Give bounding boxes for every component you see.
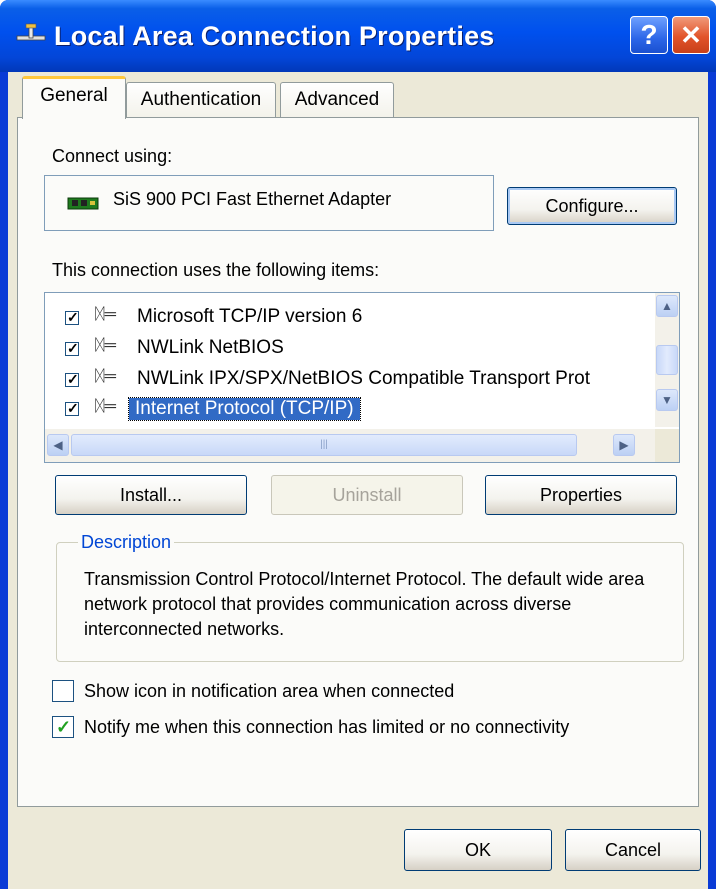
item-checkbox[interactable]: ✓ <box>65 340 79 356</box>
scroll-left-button[interactable]: ◀ <box>47 434 69 456</box>
network-adapter-icon <box>67 197 99 210</box>
checkmark-icon: ✓ <box>56 717 72 737</box>
help-icon: ? <box>640 19 658 50</box>
properties-button-label: Properties <box>539 485 623 505</box>
chevron-up-icon: ▲ <box>661 299 673 313</box>
tab-advanced[interactable]: Advanced <box>280 82 394 118</box>
scroll-right-button[interactable]: ▶ <box>613 434 635 456</box>
item-label: NWLink IPX/SPX/NetBIOS Compatible Transp… <box>137 368 591 389</box>
help-button[interactable]: ? <box>630 16 668 54</box>
ok-button[interactable]: OK <box>404 829 552 871</box>
title-bar[interactable]: Local Area Connection Properties ? ✕ <box>0 0 716 72</box>
uninstall-button-label: Uninstall <box>332 485 402 505</box>
checkmark-icon: ✓ <box>67 371 79 387</box>
chevron-down-icon: ▼ <box>661 393 673 407</box>
item-checkbox[interactable]: ✓ <box>65 309 79 325</box>
cancel-button-label: Cancel <box>604 840 662 860</box>
description-text: Transmission Control Protocol/Internet P… <box>84 569 645 639</box>
notify-checkbox[interactable]: ✓ <box>52 716 74 738</box>
network-protocol-icon: ᛞ═ <box>95 306 116 323</box>
item-checkbox[interactable]: ✓ <box>65 371 79 387</box>
uninstall-button[interactable]: Uninstall <box>271 475 463 515</box>
checkmark-icon: ✓ <box>67 400 79 416</box>
install-button[interactable]: Install... <box>55 475 247 515</box>
dialog-client-area: General Authentication Advanced Connect … <box>8 72 708 889</box>
scroll-up-button[interactable]: ▲ <box>656 295 678 317</box>
window-title: Local Area Connection Properties <box>54 21 495 51</box>
properties-button[interactable]: Properties <box>485 475 677 515</box>
close-button[interactable]: ✕ <box>672 16 710 54</box>
description-legend: Description <box>78 532 175 553</box>
adapter-box: SiS 900 PCI Fast Ethernet Adapter <box>44 175 494 231</box>
scroll-corner <box>655 429 679 462</box>
configure-button[interactable]: Configure... <box>507 187 677 225</box>
cancel-button[interactable]: Cancel <box>565 829 701 871</box>
grip-icon: ||| <box>320 439 328 450</box>
item-label: Internet Protocol (TCP/IP) <box>128 397 361 421</box>
checkmark-icon: ✓ <box>67 309 79 325</box>
checkmark-icon: ✓ <box>67 340 79 356</box>
item-checkbox[interactable]: ✓ <box>65 400 79 416</box>
configure-button-label: Configure... <box>545 196 639 216</box>
show-icon-checkbox[interactable] <box>52 680 74 702</box>
notify-label[interactable]: Notify me when this connection has limit… <box>84 717 569 738</box>
item-label: NWLink NetBIOS <box>137 337 284 358</box>
install-button-label: Install... <box>119 485 183 505</box>
components-list[interactable]: ✓ ᛞ═ Microsoft TCP/IP version 6 ✓ ᛞ═ NWL… <box>44 292 680 463</box>
horizontal-scroll-thumb[interactable]: ||| <box>71 434 577 456</box>
close-icon: ✕ <box>680 20 702 50</box>
list-item[interactable]: ✓ ᛞ═ NWLink IPX/SPX/NetBIOS Compatible T… <box>45 365 641 394</box>
network-protocol-icon: ᛞ═ <box>95 368 116 385</box>
adapter-name: SiS 900 PCI Fast Ethernet Adapter <box>113 189 392 209</box>
chevron-left-icon: ◀ <box>53 438 63 452</box>
tab-authentication[interactable]: Authentication <box>126 82 276 118</box>
tab-general[interactable]: General <box>22 76 126 119</box>
chevron-right-icon: ▶ <box>619 438 629 452</box>
scroll-down-button[interactable]: ▼ <box>656 389 678 411</box>
show-icon-label[interactable]: Show icon in notification area when conn… <box>84 681 454 702</box>
list-item[interactable]: ✓ ᛞ═ NWLink NetBIOS <box>45 334 641 363</box>
dialog-window: Local Area Connection Properties ? ✕ Gen… <box>0 0 716 889</box>
connect-using-label: Connect using: <box>52 146 173 166</box>
network-protocol-icon: ᛞ═ <box>95 398 116 415</box>
network-protocol-icon: ᛞ═ <box>95 337 116 354</box>
horizontal-scrollbar[interactable]: ◀ ||| ▶ <box>45 429 657 462</box>
item-label: Microsoft TCP/IP version 6 <box>137 306 363 327</box>
vertical-scrollbar[interactable]: ▲ ▼ <box>655 293 679 427</box>
items-label: This connection uses the following items… <box>52 260 380 280</box>
network-connection-icon <box>16 23 46 41</box>
list-item[interactable]: ✓ ᛞ═ Microsoft TCP/IP version 6 <box>45 303 641 332</box>
ok-button-label: OK <box>464 840 491 860</box>
vertical-scroll-thumb[interactable] <box>656 345 678 375</box>
list-item-selected[interactable]: ✓ ᛞ═ Internet Protocol (TCP/IP) <box>45 396 641 425</box>
